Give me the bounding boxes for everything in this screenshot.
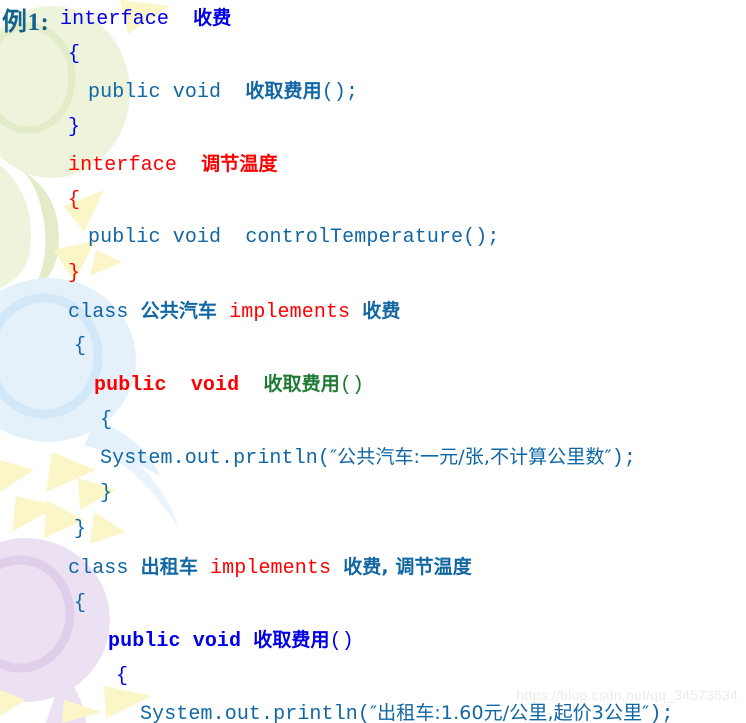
code-segment: 收费, 调节温度: [343, 555, 472, 578]
code-segment: 收费: [193, 7, 232, 29]
code-line: }: [0, 110, 746, 147]
code-line: class 出租车 implements 收费, 调节温度: [0, 549, 746, 586]
code-segment: public void: [88, 81, 246, 105]
code-segment: {: [68, 188, 81, 212]
code-line: class 公共汽车 implements 收费: [0, 293, 746, 330]
code-segment: }: [74, 518, 87, 542]
code-segment: {: [74, 335, 87, 359]
code-line: }: [0, 512, 746, 549]
code-segment: 收取费用: [253, 629, 330, 652]
code-segment: interface: [60, 8, 169, 31]
code-line: {: [0, 37, 746, 74]
code-segment: );: [611, 447, 636, 471]
code-segment: public void controlTemperature();: [88, 225, 500, 249]
code-segment: 收费: [362, 299, 401, 322]
code-segment: 公共汽车: [140, 299, 218, 322]
code-line: interface 收费: [0, 0, 746, 37]
code-line: public void 收取费用(): [0, 622, 746, 659]
code-segment: ″出租车:1.60元/公里,起价3公里″: [369, 702, 650, 723]
code-segment: public void: [108, 630, 254, 654]
code-segment: public void: [94, 373, 264, 397]
code-block: interface 收费{public void 收取费用();} interfa…: [0, 0, 746, 723]
code-segment: System.out.println(: [140, 703, 370, 723]
code-line: }: [0, 476, 746, 513]
code-line: public void 收取费用();: [0, 73, 746, 110]
code-segment: class: [68, 556, 141, 580]
code-segment: System.out.println(: [100, 447, 330, 471]
code-segment: 调节温度: [201, 153, 278, 176]
code-segment: {: [100, 408, 113, 432]
watermark-url: https://blog.csdn.net/qq_34573534: [516, 687, 738, 703]
code-segment: 收取费用: [263, 372, 340, 395]
code-segment: ();: [321, 81, 359, 105]
code-segment: 收取费用: [245, 80, 322, 103]
code-segment: }: [68, 115, 81, 139]
code-segment: }: [100, 481, 113, 505]
code-segment: implements: [210, 556, 332, 580]
code-line: interface 调节温度: [0, 146, 746, 183]
code-segment: );: [649, 703, 674, 723]
code-segment: {: [68, 42, 81, 66]
slide-canvas: 例1: interface 收费{public void 收取费用();} int…: [0, 0, 746, 723]
code-line: }: [0, 256, 746, 293]
code-segment: (): [329, 630, 354, 654]
code-segment: {: [74, 591, 87, 615]
code-line: {: [0, 403, 746, 440]
example-label: 例1:: [2, 9, 50, 36]
code-segment: ″公共汽车:一元/张,不计算公里数″: [329, 446, 612, 469]
code-segment: (): [339, 373, 365, 397]
code-line: System.out.println(″公共汽车:一元/张,不计算公里数″);: [0, 439, 746, 476]
code-line: public void controlTemperature();: [0, 220, 746, 257]
code-segment: interface: [68, 154, 177, 178]
code-line: public void 收取费用(): [0, 366, 746, 403]
code-line: {: [0, 183, 746, 220]
code-line: {: [0, 329, 746, 366]
code-segment: {: [116, 664, 129, 688]
code-segment: implements: [229, 300, 351, 324]
code-segment: class: [68, 300, 141, 324]
code-segment: 出租车: [140, 555, 198, 578]
code-segment: }: [68, 262, 81, 286]
code-line: {: [0, 586, 746, 623]
